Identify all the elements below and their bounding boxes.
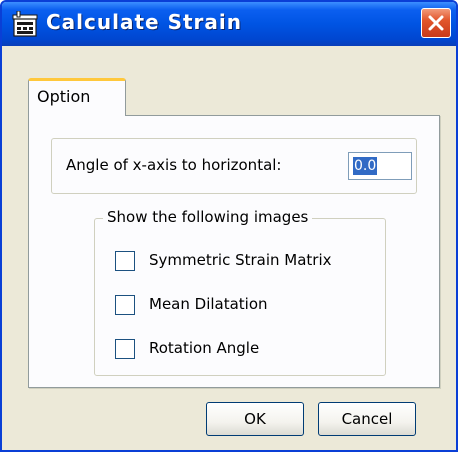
angle-label: Angle of x-axis to horizontal: bbox=[66, 156, 282, 174]
ok-button[interactable]: OK bbox=[206, 402, 304, 436]
symmetric-strain-matrix-label: Symmetric Strain Matrix bbox=[149, 251, 332, 269]
close-button[interactable] bbox=[421, 8, 451, 38]
angle-input[interactable]: 0.0 bbox=[348, 152, 412, 180]
title-bar[interactable]: Calculate Strain bbox=[2, 2, 456, 46]
angle-input-value: 0.0 bbox=[353, 157, 378, 175]
tab-panel-option: Angle of x-axis to horizontal: 0.0 Show … bbox=[28, 115, 440, 388]
mean-dilatation-box[interactable] bbox=[115, 295, 135, 315]
show-images-legend: Show the following images bbox=[103, 208, 313, 226]
window-title: Calculate Strain bbox=[46, 10, 242, 34]
rotation-angle-box[interactable] bbox=[115, 339, 135, 359]
mean-dilatation-label: Mean Dilatation bbox=[149, 295, 268, 313]
close-icon bbox=[428, 15, 444, 31]
tab-option-label: Option bbox=[37, 87, 91, 106]
cancel-button[interactable]: Cancel bbox=[318, 402, 416, 436]
tab-option[interactable]: Option bbox=[28, 78, 126, 116]
show-images-group: Show the following images Symmetric Stra… bbox=[94, 208, 386, 376]
dialog-window: Calculate Strain Option Angle of x-axis … bbox=[0, 0, 458, 452]
symmetric-strain-matrix-box[interactable] bbox=[115, 251, 135, 271]
rotation-angle-label: Rotation Angle bbox=[149, 339, 260, 357]
calculator-app-icon bbox=[12, 10, 38, 37]
angle-group: Angle of x-axis to horizontal: 0.0 bbox=[51, 138, 417, 194]
